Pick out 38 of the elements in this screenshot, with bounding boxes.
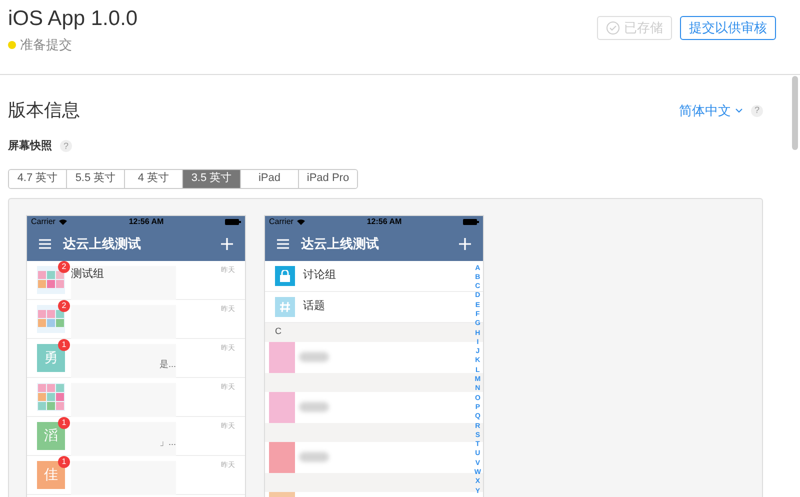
carrier-label: Carrier — [31, 216, 56, 228]
battery-icon — [463, 218, 479, 224]
blurred-contact-name — [299, 452, 329, 462]
device-tab[interactable]: 4.7 英寸 — [9, 170, 67, 188]
wifi-icon — [297, 218, 306, 224]
message-snippet: 是... — [159, 358, 176, 370]
contact-group-label: 话题 — [303, 299, 325, 314]
clock-label: 12:56 AM — [366, 216, 402, 228]
wifi-icon — [59, 218, 68, 224]
chevron-down-icon — [735, 108, 743, 113]
section-title: 版本信息 — [8, 99, 80, 122]
nav-title: 达云上线测试 — [63, 235, 142, 254]
section-letter: C — [275, 325, 282, 338]
app-title: iOS App 1.0.0 — [8, 6, 138, 32]
status-label: 准备提交 — [20, 36, 72, 54]
help-icon[interactable]: ? — [751, 104, 763, 116]
plus-icon[interactable] — [459, 238, 471, 250]
message-snippet: 」... — [159, 436, 176, 448]
lock-icon — [275, 266, 295, 286]
nav-title: 达云上线测试 — [301, 235, 380, 254]
menu-icon[interactable] — [277, 239, 289, 249]
battery-icon — [225, 218, 241, 224]
blurred-contact-name — [299, 352, 329, 362]
conversation-title: 测试组 — [71, 266, 104, 282]
device-tab[interactable]: 3.5 英寸 — [183, 170, 241, 188]
blurred-contact-name — [299, 402, 329, 412]
help-icon[interactable]: ? — [60, 140, 72, 152]
menu-icon[interactable] — [39, 239, 51, 249]
hash-icon — [275, 296, 295, 316]
language-dropdown[interactable]: 简体中文 — [679, 100, 743, 120]
clock-label: 12:56 AM — [128, 216, 164, 228]
plus-icon[interactable] — [221, 238, 233, 250]
screenshots-label: 屏幕快照 — [8, 138, 52, 154]
contact-group-label: 讨论组 — [303, 268, 336, 284]
carrier-label: Carrier — [269, 216, 294, 228]
check-circle-icon — [606, 21, 620, 35]
submit-button[interactable]: 提交以供审核 — [680, 16, 776, 40]
scrollbar[interactable] — [792, 76, 798, 150]
